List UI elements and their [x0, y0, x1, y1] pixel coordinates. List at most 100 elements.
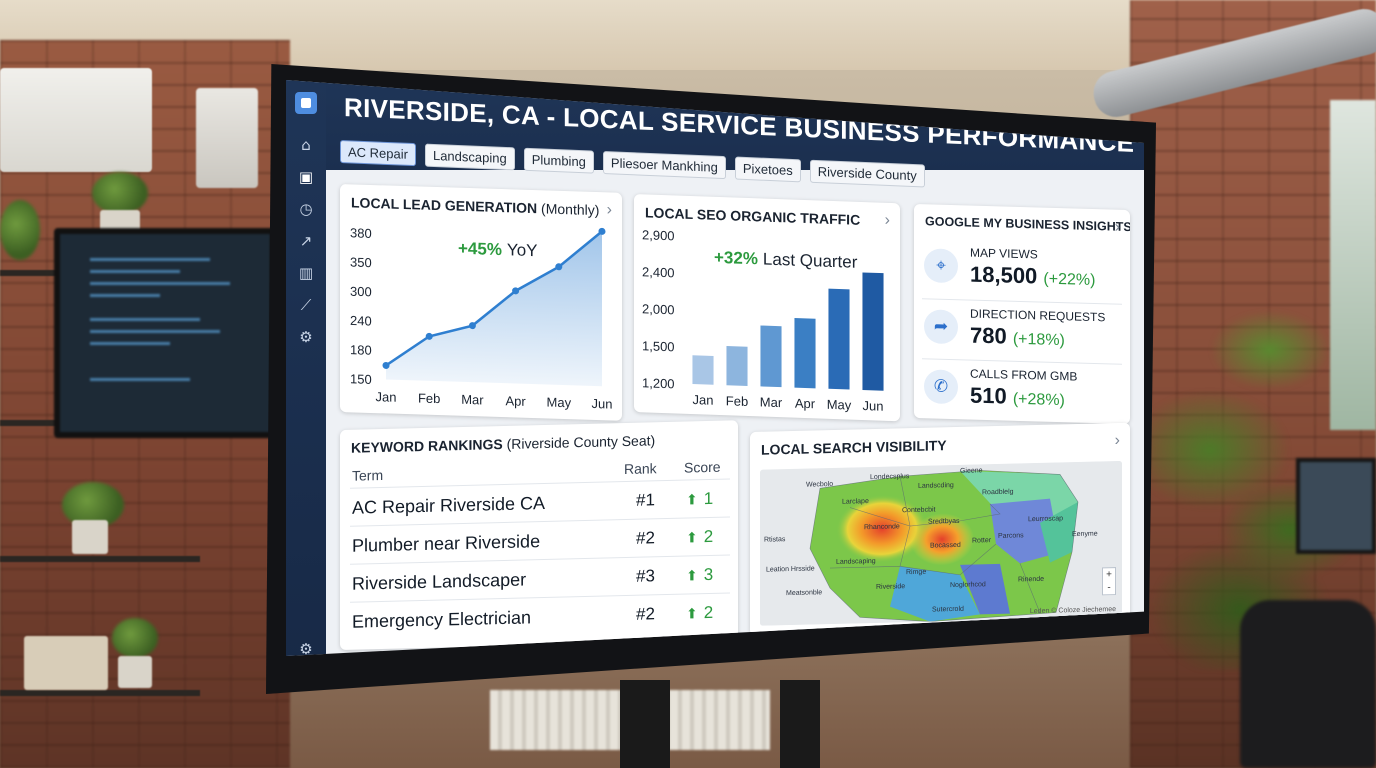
clock-icon[interactable]: ◷ — [286, 200, 326, 218]
annotation: +45% YoY — [458, 239, 538, 260]
tab-riverside-county[interactable]: Riverside County — [809, 159, 925, 188]
keyword-score: ⬆ 2 — [686, 603, 713, 624]
x-tick-label: Jan — [376, 389, 397, 405]
bar[interactable] — [726, 346, 748, 386]
keyword-score: ⬆ 1 — [686, 489, 713, 510]
column-header-score[interactable]: Score — [684, 459, 721, 476]
shelf — [0, 556, 200, 562]
chevron-right-icon[interactable]: › — [1115, 432, 1120, 450]
bar[interactable] — [760, 325, 782, 388]
lead-generation-card: LOCAL LEAD GENERATION (Monthly) › 380 350… — [340, 184, 622, 421]
table-row[interactable]: Emergency Electrician #2 ⬆ 2 — [350, 592, 730, 639]
background-monitor — [54, 228, 276, 438]
seo-traffic-chart: 2,900 2,400 2,000 1,500 1,200 Jan Feb Mar Apr May… — [642, 227, 884, 414]
code-line — [90, 270, 180, 273]
map-label: Larclape — [842, 498, 869, 506]
pot — [118, 656, 152, 688]
x-tick-label: Mar — [760, 394, 783, 410]
zoom-in-button[interactable]: + — [1103, 568, 1115, 581]
metric-number: 780 — [970, 322, 1007, 349]
annotation: +32% Last Quarter — [714, 248, 858, 272]
gmb-metric-map-views: ⌖ MAP VIEWS 18,500 (+22%) — [922, 238, 1122, 300]
y-tick-label: 180 — [350, 342, 372, 358]
keyword-term: AC Repair Riverside CA — [352, 492, 546, 518]
metric-number: 510 — [970, 382, 1007, 409]
shelf — [0, 270, 60, 276]
dashboard-icon[interactable]: ▣ — [286, 168, 326, 186]
dashboard-screen: ⌂ ▣ ◷ ↗ ▥ ⟋ ⚙ ⚙ RIVERSIDE, CA - LOCAL SE… — [286, 80, 1144, 656]
map-label: Rotter — [972, 537, 992, 544]
air-conditioner — [0, 68, 152, 172]
keyword-term: Emergency Electrician — [352, 607, 532, 632]
visibility-heatmap[interactable]: Londecsplus Gieene Wecbolo Landscding Ro… — [760, 460, 1122, 626]
keyword-score: ⬆ 2 — [686, 527, 713, 548]
map-label: Noglorhcod — [950, 581, 986, 589]
keyword-rank: #1 — [636, 490, 655, 510]
y-tick-label: 240 — [350, 313, 372, 329]
metric-value: 780 (+18%) — [970, 323, 1065, 352]
y-tick-label: 300 — [350, 284, 372, 300]
bar[interactable] — [828, 288, 850, 390]
code-line — [90, 318, 200, 321]
background-monitor-right — [1296, 458, 1376, 554]
home-icon[interactable]: ⌂ — [286, 136, 326, 154]
zoom-controls: + - — [1102, 567, 1116, 596]
metric-value: 18,500 (+22%) — [970, 262, 1095, 292]
arrow-up-icon: ⬆ — [686, 606, 698, 623]
bar-chart-icon[interactable]: ▥ — [286, 264, 326, 282]
map-label: Riverside — [876, 583, 905, 591]
tab-pliesoer-mankhing[interactable]: Pliesoer Mankhing — [602, 151, 726, 180]
zoom-out-button[interactable]: - — [1103, 581, 1115, 594]
settings-icon[interactable]: ⚙ — [286, 328, 326, 346]
gmb-insights-card: GOOGLE MY BUSINESS INSIGHTS › ⌖ MAP VIEW… — [914, 204, 1130, 425]
logo-icon[interactable] — [295, 92, 317, 114]
y-tick-label: 2,000 — [642, 301, 675, 317]
code-line — [90, 330, 220, 333]
annotation-label: Last Quarter — [763, 250, 858, 272]
column-header-rank[interactable]: Rank — [624, 460, 657, 477]
code-line — [90, 258, 210, 261]
bar[interactable] — [692, 355, 714, 385]
map-label: Leation Hrsside — [766, 565, 815, 573]
chevron-right-icon[interactable]: › — [1115, 219, 1120, 237]
column-header-term[interactable]: Term — [352, 467, 383, 484]
seo-traffic-card: LOCAL SEO ORGANIC TRAFFIC › 2,900 2,400 2,… — [634, 194, 900, 422]
x-tick-label: Feb — [418, 390, 440, 406]
bar[interactable] — [862, 272, 884, 391]
score-value: 1 — [703, 488, 714, 509]
metric-change: (+22%) — [1043, 270, 1096, 290]
y-tick-label: 2,900 — [642, 227, 675, 243]
x-tick-label: Jun — [592, 396, 613, 412]
plant — [92, 172, 148, 214]
bar[interactable] — [794, 317, 816, 389]
y-tick-label: 150 — [350, 371, 372, 387]
filter-tabs: AC Repair Landscaping Plumbing Pliesoer Man… — [340, 140, 934, 188]
sidebar: ⌂ ▣ ◷ ↗ ▥ ⟋ ⚙ ⚙ — [286, 80, 326, 656]
phone-icon: ✆ — [924, 369, 958, 405]
map-label: Roadblelg — [982, 489, 1014, 497]
map-label: Eenyme — [1072, 531, 1098, 539]
office-chair — [1240, 600, 1376, 768]
keyword-rankings-title: KEYWORD RANKINGS (Riverside County Seat) — [351, 432, 655, 455]
tab-plumbing[interactable]: Plumbing — [523, 147, 594, 174]
code-line — [90, 294, 160, 297]
map-label: Gieene — [960, 467, 983, 475]
keyword-score: ⬆ 3 — [686, 565, 713, 586]
metric-value: 510 (+28%) — [970, 383, 1065, 412]
monitor-stand — [620, 680, 670, 768]
code-line — [90, 342, 170, 345]
tab-pixetoes[interactable]: Pixetoes — [734, 156, 801, 183]
x-tick-label: Jun — [863, 398, 884, 414]
map-label: Bocassed — [930, 542, 961, 550]
trend-icon[interactable]: ↗ — [286, 232, 326, 250]
annotation-value: +45% — [458, 239, 502, 259]
tab-landscaping[interactable]: Landscaping — [424, 143, 515, 171]
arrow-up-icon: ⬆ — [686, 492, 698, 509]
metric-label: DIRECTION REQUESTS — [970, 306, 1106, 325]
map-label: Londecsplus — [870, 473, 910, 481]
y-tick-label: 1,200 — [642, 375, 675, 391]
x-tick-label: Apr — [505, 393, 526, 409]
line-chart-icon[interactable]: ⟋ — [286, 296, 326, 314]
tab-ac-repair[interactable]: AC Repair — [340, 140, 416, 167]
keyword-rankings-card: KEYWORD RANKINGS (Riverside County Seat)… — [340, 420, 738, 650]
